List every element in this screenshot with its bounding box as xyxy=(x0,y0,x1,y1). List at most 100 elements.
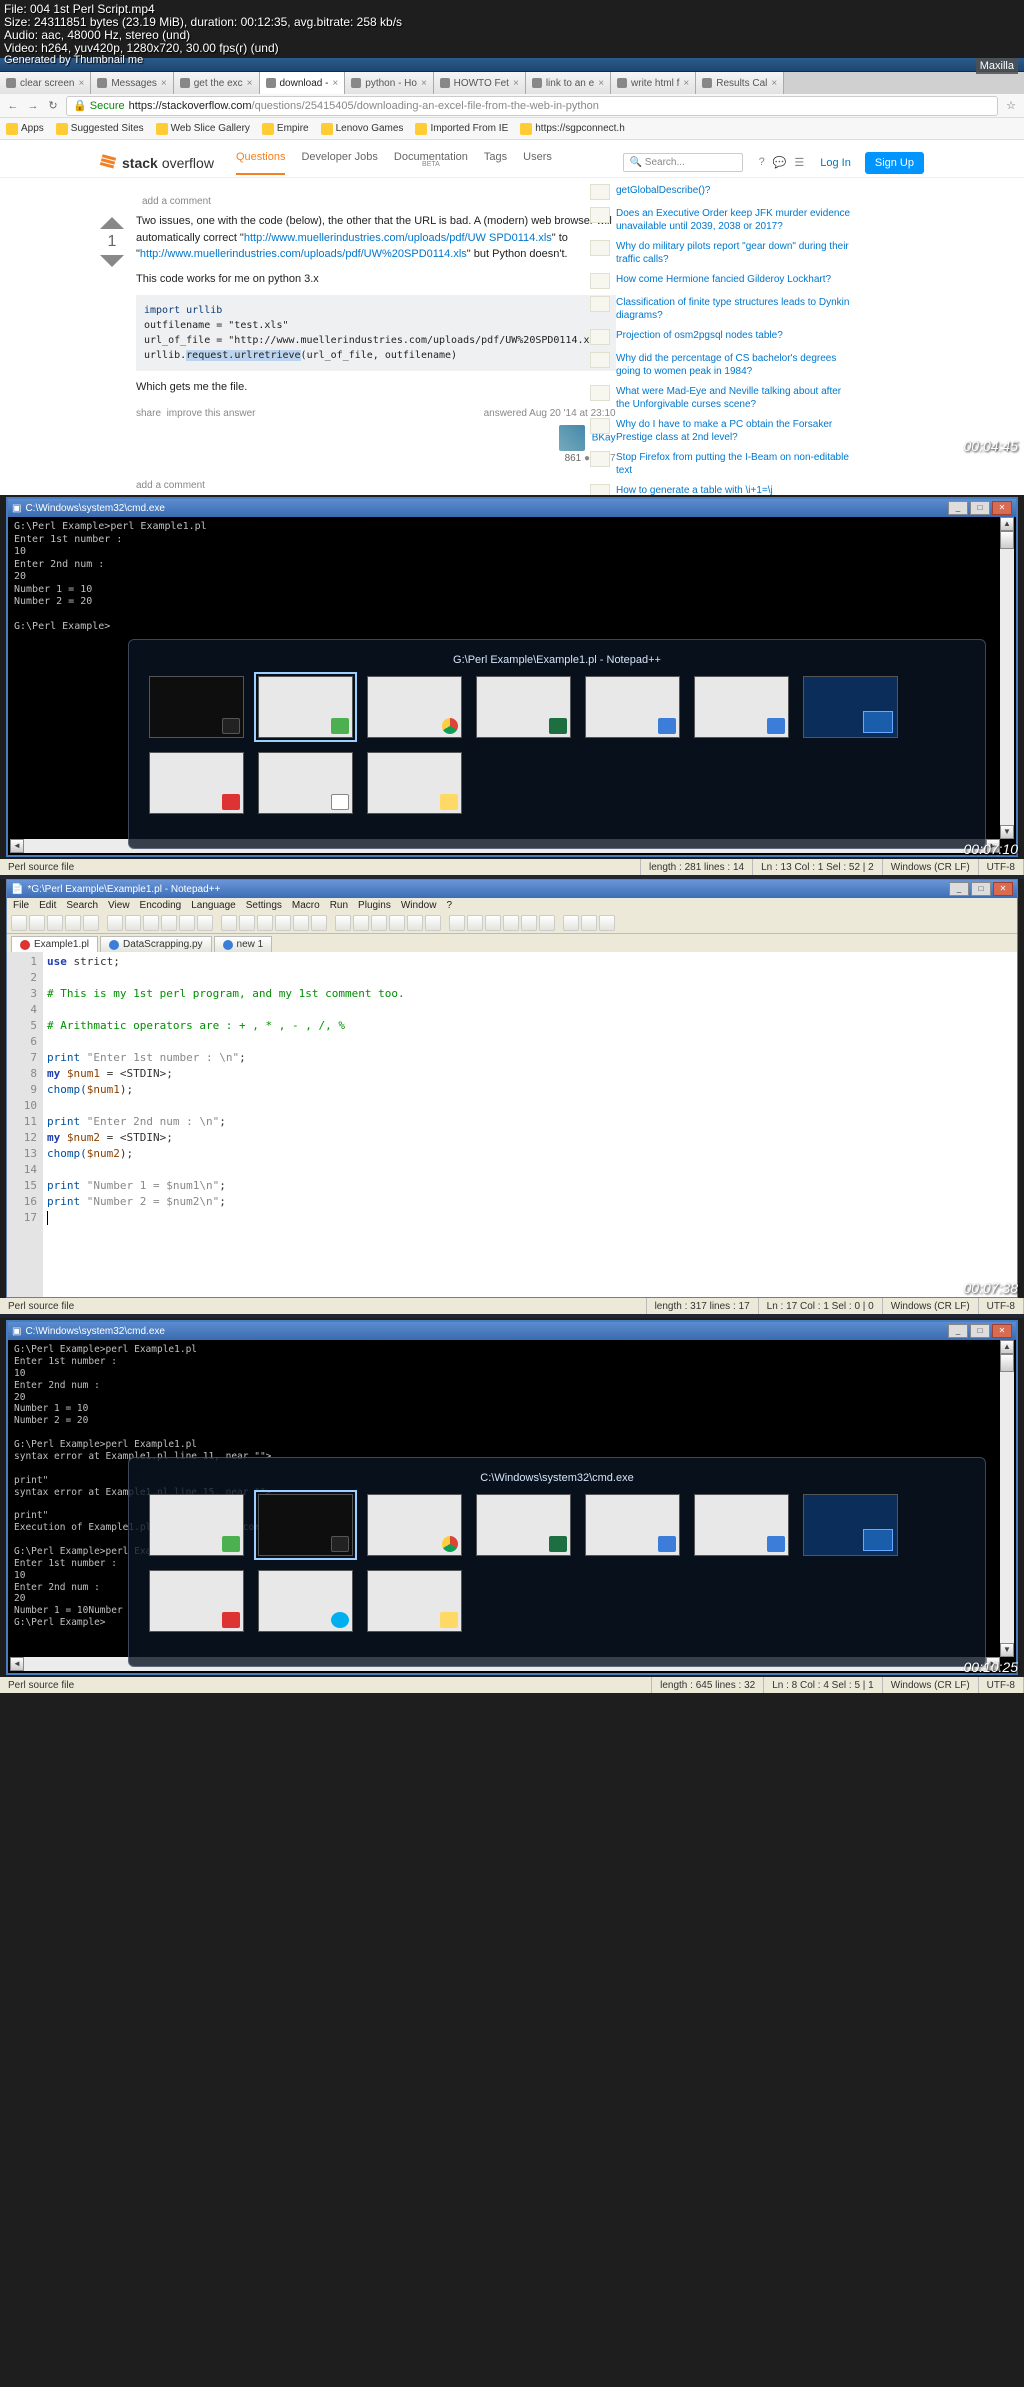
so-search-input[interactable]: 🔍 Search... xyxy=(623,153,743,172)
toolbar-button[interactable] xyxy=(275,915,291,931)
upvote-button[interactable] xyxy=(100,217,124,229)
star-icon[interactable]: ☆ xyxy=(1004,99,1018,113)
toolbar-button[interactable] xyxy=(143,915,159,931)
add-comment-link[interactable]: add a comment xyxy=(142,196,560,207)
code-area[interactable]: use strict; # This is my 1st perl progra… xyxy=(43,952,1017,1297)
downvote-button[interactable] xyxy=(100,255,124,267)
toolbar-button[interactable] xyxy=(239,915,255,931)
tab-close-icon[interactable]: × xyxy=(332,78,338,89)
toolbar-button[interactable] xyxy=(425,915,441,931)
toolbar-button[interactable] xyxy=(11,915,27,931)
min-button[interactable]: _ xyxy=(949,882,969,896)
menu-icon[interactable]: ☰ xyxy=(794,156,804,169)
bookmark-item[interactable]: Lenovo Games xyxy=(321,123,404,135)
npp-editor[interactable]: 1234567891011121314151617 use strict; # … xyxy=(7,952,1017,1297)
code-block[interactable]: import urllib outfilename = "test.xls" u… xyxy=(136,295,616,371)
alttab-thumb[interactable] xyxy=(367,1570,462,1632)
alttab-thumb[interactable] xyxy=(149,752,244,814)
toolbar-button[interactable] xyxy=(563,915,579,931)
alttab-thumb[interactable] xyxy=(258,1570,353,1632)
hot-question[interactable]: Why did the percentage of CS bachelor's … xyxy=(590,352,850,378)
editor-tab[interactable]: new 1 xyxy=(214,936,273,952)
alttab-thumb[interactable] xyxy=(149,676,244,738)
alttab-thumb[interactable] xyxy=(258,676,353,738)
browser-tab[interactable]: link to an e× xyxy=(526,72,611,94)
hot-question[interactable]: Why do military pilots report "gear down… xyxy=(590,240,850,266)
hot-question[interactable]: Stop Firefox from putting the I-Beam on … xyxy=(590,451,850,477)
forward-button[interactable]: → xyxy=(26,99,40,113)
min-button[interactable]: _ xyxy=(948,1324,968,1338)
toolbar-button[interactable] xyxy=(161,915,177,931)
login-link[interactable]: Log In xyxy=(820,157,851,169)
bookmark-item[interactable]: Web Slice Gallery xyxy=(156,123,250,135)
bookmark-item[interactable]: https://sgpconnect.h xyxy=(520,123,625,135)
toolbar-button[interactable] xyxy=(83,915,99,931)
toolbar-button[interactable] xyxy=(311,915,327,931)
toolbar-button[interactable] xyxy=(449,915,465,931)
nav-item[interactable]: Questions xyxy=(236,151,286,175)
menu-item[interactable]: Edit xyxy=(39,900,56,911)
hot-question[interactable]: Projection of osm2pgsql nodes table? xyxy=(590,329,850,345)
alttab-thumb[interactable] xyxy=(367,1494,462,1556)
avatar[interactable] xyxy=(559,425,585,451)
close-button[interactable]: ✕ xyxy=(993,882,1013,896)
link-1[interactable]: http://www.muellerindustries.com/uploads… xyxy=(244,232,552,244)
toolbar-button[interactable] xyxy=(221,915,237,931)
tab-close-icon[interactable]: × xyxy=(598,78,604,89)
editor-tab[interactable]: Example1.pl xyxy=(11,936,98,952)
menu-item[interactable]: Encoding xyxy=(140,900,182,911)
tab-close-icon[interactable]: × xyxy=(247,78,253,89)
max-button[interactable]: □ xyxy=(970,1324,990,1338)
menu-item[interactable]: ? xyxy=(446,900,452,911)
hot-question[interactable]: How to generate a table with \i+1=\j xyxy=(590,484,850,495)
alttab-thumb[interactable] xyxy=(476,676,571,738)
improve-link[interactable]: improve this answer xyxy=(167,408,256,419)
menu-item[interactable]: Plugins xyxy=(358,900,391,911)
toolbar-button[interactable] xyxy=(503,915,519,931)
link-2[interactable]: http://www.muellerindustries.com/uploads… xyxy=(140,248,467,260)
tab-close-icon[interactable]: × xyxy=(78,78,84,89)
toolbar-button[interactable] xyxy=(539,915,555,931)
toolbar-button[interactable] xyxy=(521,915,537,931)
menu-item[interactable]: Search xyxy=(66,900,98,911)
reload-button[interactable]: ↻ xyxy=(46,99,60,113)
browser-tab[interactable]: python - Ho× xyxy=(345,72,434,94)
tab-close-icon[interactable]: × xyxy=(771,78,777,89)
toolbar-button[interactable] xyxy=(485,915,501,931)
hot-question[interactable]: What were Mad-Eye and Neville talking ab… xyxy=(590,385,850,411)
toolbar-button[interactable] xyxy=(257,915,273,931)
browser-tab[interactable]: get the exc× xyxy=(174,72,260,94)
tab-close-icon[interactable]: × xyxy=(513,78,519,89)
hot-question[interactable]: Classification of finite type structures… xyxy=(590,296,850,322)
toolbar-button[interactable] xyxy=(293,915,309,931)
browser-tab[interactable]: clear screen× xyxy=(0,72,91,94)
bookmark-item[interactable]: Suggested Sites xyxy=(56,123,144,135)
alttab-thumb[interactable] xyxy=(585,676,680,738)
menu-item[interactable]: View xyxy=(108,900,130,911)
alttab-thumb[interactable] xyxy=(694,1494,789,1556)
toolbar-button[interactable] xyxy=(599,915,615,931)
browser-tab[interactable]: Results Cal× xyxy=(696,72,784,94)
toolbar-button[interactable] xyxy=(107,915,123,931)
hot-question[interactable]: getGlobalDescribe()? xyxy=(590,184,850,200)
browser-tab[interactable]: HOWTO Fet× xyxy=(434,72,526,94)
bookmark-item[interactable]: Empire xyxy=(262,123,309,135)
close-button[interactable]: ✕ xyxy=(992,1324,1012,1338)
min-button[interactable]: _ xyxy=(948,501,968,515)
toolbar-button[interactable] xyxy=(65,915,81,931)
tab-close-icon[interactable]: × xyxy=(161,78,167,89)
vscrollbar[interactable]: ▲▼ xyxy=(1000,517,1014,839)
toolbar-button[interactable] xyxy=(47,915,63,931)
toolbar-button[interactable] xyxy=(467,915,483,931)
share-link[interactable]: share xyxy=(136,408,161,419)
signup-button[interactable]: Sign Up xyxy=(865,152,924,174)
close-button[interactable]: ✕ xyxy=(992,501,1012,515)
toolbar-button[interactable] xyxy=(581,915,597,931)
alttab-thumb[interactable] xyxy=(694,676,789,738)
toolbar-button[interactable] xyxy=(179,915,195,931)
back-button[interactable]: ← xyxy=(6,99,20,113)
editor-tab[interactable]: DataScrapping.py xyxy=(100,936,212,952)
so-logo[interactable]: stackstackoverflowoverflow xyxy=(100,154,214,172)
bookmark-item[interactable]: Apps xyxy=(6,123,44,135)
alttab-thumb-desktop[interactable] xyxy=(803,676,898,738)
